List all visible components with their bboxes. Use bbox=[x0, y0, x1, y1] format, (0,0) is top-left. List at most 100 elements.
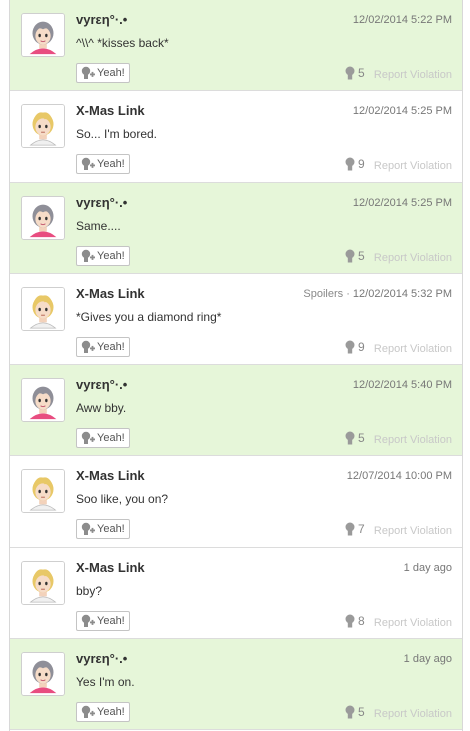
yeah-button[interactable]: Yeah! bbox=[76, 336, 130, 357]
report-violation-link[interactable]: Report Violation bbox=[374, 252, 452, 264]
yeah-count: 9 bbox=[344, 157, 365, 171]
comment-thread: vyrεη°·.• 12/02/2014 5:22 PM ^\\^ *kisse… bbox=[9, 0, 463, 731]
yeah-button-label: Yeah! bbox=[97, 432, 125, 445]
yeah-count-value: 5 bbox=[358, 705, 365, 720]
yeah-plus-icon bbox=[80, 705, 96, 719]
report-violation-link[interactable]: Report Violation bbox=[374, 525, 452, 537]
comment-item: vyrεη°·.• 12/02/2014 5:22 PM ^\\^ *kisse… bbox=[10, 0, 462, 92]
yeah-count: 8 bbox=[344, 614, 365, 628]
report-violation-link[interactable]: Report Violation bbox=[374, 69, 452, 81]
report-violation-link[interactable]: Report Violation bbox=[374, 434, 452, 446]
yeah-button[interactable]: Yeah! bbox=[76, 610, 130, 631]
avatar[interactable] bbox=[21, 13, 65, 57]
comment-body: Same.... bbox=[76, 218, 121, 233]
yeah-count-value: 5 bbox=[358, 431, 365, 446]
comment-item: vyrεη°·.• 1 day ago Yes I'm on. Yeah! 5 … bbox=[10, 639, 462, 731]
yeah-count: 5 bbox=[344, 249, 365, 263]
yeah-button[interactable]: Yeah! bbox=[76, 63, 130, 83]
yeah-button[interactable]: Yeah! bbox=[76, 702, 130, 723]
yeah-count-icon bbox=[344, 705, 356, 719]
comment-body: So... I'm bored. bbox=[76, 127, 157, 142]
report-violation-link[interactable]: Report Violation bbox=[374, 160, 452, 172]
yeah-count-icon bbox=[344, 340, 356, 354]
comment-body: Yes I'm on. bbox=[76, 675, 135, 690]
comment-item: X-Mas Link 12/07/2014 10:00 PM Soo like,… bbox=[10, 456, 462, 548]
avatar[interactable] bbox=[21, 195, 65, 240]
yeah-button[interactable]: Yeah! bbox=[76, 519, 130, 540]
comment-timestamp: 12/07/2014 10:00 PM bbox=[347, 470, 452, 482]
girl-mii-icon bbox=[22, 379, 64, 421]
timestamp-text: 12/02/2014 5:40 PM bbox=[352, 379, 452, 392]
comment-item: vyrεη°·.• 12/02/2014 5:25 PM Same.... Ye… bbox=[10, 182, 462, 274]
timestamp-text: 12/02/2014 5:25 PM bbox=[352, 196, 452, 209]
comment-timestamp: 12/02/2014 5:25 PM bbox=[353, 197, 452, 209]
comment-body: bby? bbox=[76, 583, 103, 598]
yeah-button[interactable]: Yeah! bbox=[76, 154, 130, 175]
comment-username[interactable]: vyrεη°·.• bbox=[76, 12, 127, 27]
comment-username[interactable]: vyrεη°·.• bbox=[76, 377, 127, 392]
avatar[interactable] bbox=[21, 652, 65, 697]
yeah-count-icon bbox=[344, 614, 356, 628]
yeah-count: 7 bbox=[344, 522, 365, 536]
comment-username[interactable]: vyrεη°·.• bbox=[76, 195, 127, 210]
avatar[interactable] bbox=[21, 469, 65, 514]
yeah-count-value: 8 bbox=[358, 613, 365, 628]
girl-mii-icon bbox=[22, 653, 64, 695]
comment-username[interactable]: X-Mas Link bbox=[76, 468, 145, 483]
yeah-count-icon bbox=[344, 157, 356, 171]
yeah-button[interactable]: Yeah! bbox=[76, 245, 130, 266]
yeah-button-label: Yeah! bbox=[97, 614, 125, 627]
report-violation-link[interactable]: Report Violation bbox=[374, 708, 452, 720]
yeah-button[interactable]: Yeah! bbox=[76, 428, 130, 449]
comment-body: ^\\^ *kisses back* bbox=[76, 36, 169, 50]
yeah-count-value: 9 bbox=[358, 339, 365, 354]
comment-username[interactable]: vyrεη°·.• bbox=[76, 651, 127, 666]
timestamp-text: 12/02/2014 5:32 PM bbox=[352, 287, 452, 300]
timestamp-text: 12/02/2014 5:25 PM bbox=[352, 105, 452, 118]
comment-timestamp: 1 day ago bbox=[404, 653, 452, 665]
yeah-count: 5 bbox=[344, 66, 365, 80]
yeah-button-label: Yeah! bbox=[97, 249, 125, 262]
comment-body: *Gives you a diamond ring* bbox=[76, 309, 222, 324]
avatar[interactable] bbox=[21, 378, 65, 423]
timestamp-text: 12/07/2014 10:00 PM bbox=[346, 470, 452, 483]
comment-item: vyrεη°·.• 12/02/2014 5:40 PM Aww bby. Ye… bbox=[10, 365, 462, 457]
yeah-plus-icon bbox=[80, 66, 96, 80]
spoiler-tag: Spoilers · bbox=[303, 287, 353, 300]
blonde-mii-icon bbox=[22, 470, 64, 512]
timestamp-text: 1 day ago bbox=[403, 561, 452, 574]
report-violation-link[interactable]: Report Violation bbox=[374, 343, 452, 355]
report-violation-link[interactable]: Report Violation bbox=[374, 617, 452, 629]
comment-timestamp: 12/02/2014 5:40 PM bbox=[353, 379, 452, 391]
yeah-button-label: Yeah! bbox=[97, 67, 125, 79]
comment-timestamp: 12/02/2014 5:25 PM bbox=[353, 105, 452, 117]
blonde-mii-icon bbox=[22, 562, 64, 604]
comment-item: X-Mas Link 1 day ago bby? Yeah! 8 Report… bbox=[10, 548, 462, 640]
yeah-count-value: 5 bbox=[358, 248, 365, 263]
yeah-count-icon bbox=[344, 431, 356, 445]
avatar[interactable] bbox=[21, 104, 65, 149]
comment-body: Soo like, you on? bbox=[76, 492, 169, 507]
comment-item: X-Mas Link Spoilers · 12/02/2014 5:32 PM… bbox=[10, 274, 462, 366]
yeah-button-label: Yeah! bbox=[97, 158, 125, 171]
yeah-plus-icon bbox=[80, 157, 96, 171]
avatar[interactable] bbox=[21, 286, 65, 331]
yeah-button-label: Yeah! bbox=[97, 523, 125, 536]
comment-username[interactable]: X-Mas Link bbox=[76, 560, 145, 575]
yeah-button-label: Yeah! bbox=[97, 706, 125, 719]
blonde-mii-icon bbox=[22, 288, 64, 330]
comment-username[interactable]: X-Mas Link bbox=[76, 103, 145, 118]
timestamp-text: 1 day ago bbox=[403, 653, 452, 666]
comment-timestamp: Spoilers · 12/02/2014 5:32 PM bbox=[303, 288, 452, 300]
yeah-count: 9 bbox=[344, 340, 365, 354]
yeah-count-icon bbox=[344, 249, 356, 263]
blonde-mii-icon bbox=[22, 105, 64, 147]
yeah-count-value: 5 bbox=[358, 66, 365, 80]
yeah-count-icon bbox=[344, 522, 356, 536]
comment-username[interactable]: X-Mas Link bbox=[76, 286, 145, 301]
yeah-plus-icon bbox=[80, 340, 96, 354]
comment-timestamp: 12/02/2014 5:22 PM bbox=[353, 14, 452, 26]
yeah-count-value: 7 bbox=[358, 522, 365, 537]
yeah-plus-icon bbox=[80, 431, 96, 445]
avatar[interactable] bbox=[21, 560, 65, 605]
